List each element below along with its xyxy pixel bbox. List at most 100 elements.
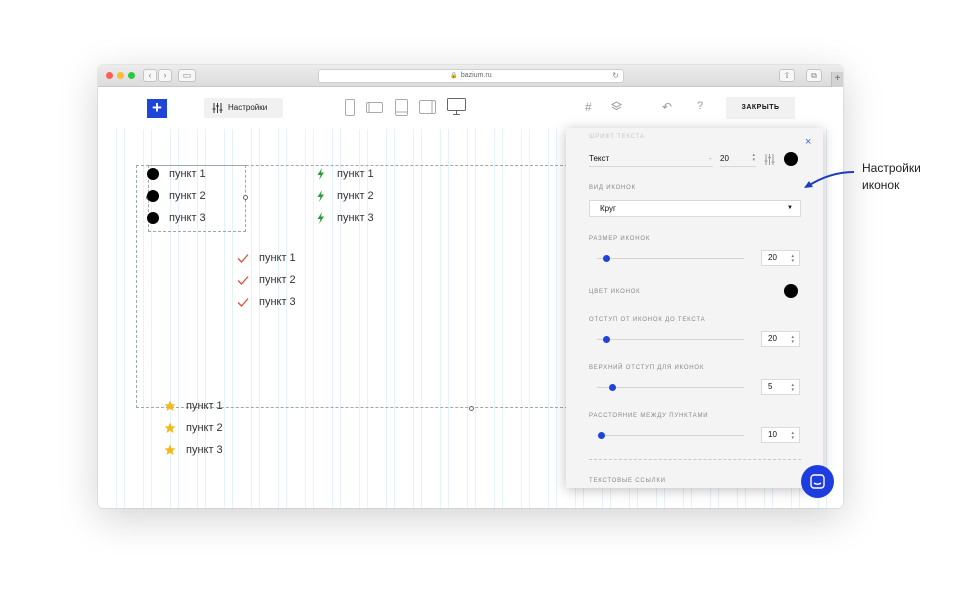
icon-size-input[interactable]: 20 ▴ ▾ bbox=[761, 250, 800, 266]
lightning-icon bbox=[317, 168, 324, 180]
lock-icon: 🔒 bbox=[450, 73, 458, 79]
icon-top-slider[interactable] bbox=[597, 384, 744, 391]
slider-knob[interactable] bbox=[602, 336, 610, 343]
font-select[interactable]: Текст bbox=[589, 152, 713, 167]
icon-type-select[interactable]: Круг ▼ bbox=[589, 200, 801, 217]
browser-chrome: ‹ › ▭ 🔒 bazium.ru ↻ ⇧ ⧉ + bbox=[98, 65, 843, 87]
circle-icon bbox=[147, 212, 159, 224]
font-color-swatch[interactable] bbox=[784, 152, 798, 166]
item-gap-value: 10 bbox=[768, 430, 777, 439]
chat-button[interactable] bbox=[801, 465, 834, 498]
spinner-icon[interactable]: ▴ ▾ bbox=[791, 431, 794, 441]
font-caption: ШРИФТ ТЕКСТА bbox=[589, 134, 645, 140]
caret-down-icon: ▼ bbox=[787, 205, 793, 211]
close-icon[interactable]: × bbox=[805, 137, 811, 148]
icon-color-swatch[interactable] bbox=[784, 284, 798, 298]
list-item[interactable]: пункт 1 bbox=[315, 166, 435, 182]
resize-handle[interactable] bbox=[469, 406, 474, 411]
back-button[interactable]: ‹ bbox=[143, 69, 157, 82]
icon-color-caption: ЦВЕТ ИКОНОК bbox=[589, 289, 641, 295]
list-item[interactable]: пункт 2 bbox=[164, 420, 284, 436]
list-item-text: пункт 1 bbox=[186, 400, 223, 412]
list-item[interactable]: пункт 3 bbox=[237, 294, 357, 310]
slider-knob[interactable] bbox=[598, 432, 606, 439]
list-item-text: пункт 1 bbox=[169, 168, 206, 180]
tablet-landscape-icon[interactable] bbox=[419, 100, 436, 114]
list-item[interactable]: пункт 1 bbox=[147, 166, 267, 182]
list-item-text: пункт 2 bbox=[186, 422, 223, 434]
font-size-input[interactable]: 20 ▴ ▾ bbox=[720, 152, 756, 167]
circle-icon bbox=[147, 168, 159, 180]
slider-knob[interactable] bbox=[608, 384, 616, 391]
sidebar-toggle-button[interactable]: ▭ bbox=[178, 69, 196, 82]
icon-top-value: 5 bbox=[768, 382, 773, 391]
annotation-line: иконок bbox=[862, 178, 900, 192]
close-editor-button[interactable]: ЗАКРЫТЬ bbox=[726, 97, 795, 119]
address-bar[interactable]: 🔒 bazium.ru ↻ bbox=[318, 69, 624, 83]
undo-icon[interactable]: ↶ bbox=[662, 100, 672, 114]
browser-window: ‹ › ▭ 🔒 bazium.ru ↻ ⇧ ⧉ + + Настройки # … bbox=[98, 65, 843, 508]
reload-icon[interactable]: ↻ bbox=[612, 70, 619, 82]
list-item[interactable]: пункт 2 bbox=[315, 188, 435, 204]
divider bbox=[589, 459, 801, 460]
annotation-callout: Настройки иконок bbox=[862, 160, 952, 194]
sliders-icon bbox=[212, 103, 223, 113]
lightning-icon bbox=[317, 190, 324, 202]
font-sliders-icon[interactable] bbox=[764, 154, 775, 165]
grid-icon[interactable]: # bbox=[585, 100, 592, 114]
list-item[interactable]: пункт 1 bbox=[237, 250, 357, 266]
list-item[interactable]: пункт 2 bbox=[237, 272, 357, 288]
new-tab-button[interactable]: + bbox=[831, 72, 843, 87]
list-item[interactable]: пункт 3 bbox=[164, 442, 284, 458]
help-icon[interactable]: ? bbox=[697, 100, 703, 112]
share-button[interactable]: ⇧ bbox=[779, 69, 795, 82]
icon-text-gap-value: 20 bbox=[768, 334, 777, 343]
icon-size-caption: РАЗМЕР ИКОНОК bbox=[589, 236, 651, 242]
forward-button[interactable]: › bbox=[158, 69, 172, 82]
checkmark-icon bbox=[237, 254, 249, 263]
close-window-button[interactable] bbox=[106, 72, 113, 79]
checkmark-icon bbox=[237, 298, 249, 307]
list-item-text: пункт 2 bbox=[169, 190, 206, 202]
icon-size-value: 20 bbox=[768, 253, 777, 262]
list-item[interactable]: пункт 1 bbox=[164, 398, 284, 414]
icon-text-gap-slider[interactable] bbox=[597, 336, 744, 343]
spinner-icon[interactable]: ▴ ▾ bbox=[752, 153, 755, 163]
list-item-text: пункт 3 bbox=[259, 296, 296, 308]
maximize-window-button[interactable] bbox=[128, 72, 135, 79]
spinner-icon[interactable]: ▴ ▾ bbox=[791, 335, 794, 345]
star-icon bbox=[164, 400, 176, 411]
tabs-overview-button[interactable]: ⧉ bbox=[806, 69, 822, 82]
add-block-button[interactable]: + bbox=[147, 99, 167, 118]
phone-portrait-icon[interactable] bbox=[345, 99, 355, 116]
desktop-icon[interactable] bbox=[447, 98, 466, 116]
list-item[interactable]: пункт 3 bbox=[147, 210, 267, 226]
icon-text-gap-caption: ОТСТУП ОТ ИКОНОК ДО ТЕКСТА bbox=[589, 317, 706, 323]
list-item[interactable]: пункт 3 bbox=[315, 210, 435, 226]
spinner-icon[interactable]: ▴ ▾ bbox=[791, 383, 794, 393]
list-item-text: пункт 3 bbox=[186, 444, 223, 456]
list-item[interactable]: пункт 2 bbox=[147, 188, 267, 204]
list-item-text: пункт 2 bbox=[259, 274, 296, 286]
spinner-icon[interactable]: ▴ ▾ bbox=[791, 254, 794, 264]
tablet-portrait-icon[interactable] bbox=[395, 99, 408, 116]
icon-text-gap-input[interactable]: 20 ▴ ▾ bbox=[761, 331, 800, 347]
chat-icon bbox=[810, 474, 825, 489]
icon-top-input[interactable]: 5 ▴ ▾ bbox=[761, 379, 800, 395]
font-size-value: 20 bbox=[720, 154, 729, 163]
list-item-text: пункт 1 bbox=[337, 168, 374, 180]
phone-landscape-icon[interactable] bbox=[366, 102, 383, 113]
layers-icon[interactable] bbox=[611, 101, 622, 112]
minimize-window-button[interactable] bbox=[117, 72, 124, 79]
icon-type-value: Круг bbox=[600, 204, 616, 213]
slider-knob[interactable] bbox=[602, 255, 610, 262]
item-gap-input[interactable]: 10 ▴ ▾ bbox=[761, 427, 800, 443]
settings-button[interactable]: Настройки bbox=[204, 98, 283, 118]
annotation-line: Настройки bbox=[862, 161, 921, 175]
star-icon bbox=[164, 422, 176, 433]
list-item-text: пункт 1 bbox=[259, 252, 296, 264]
font-size-decrement[interactable]: - bbox=[709, 154, 712, 163]
item-gap-slider[interactable] bbox=[597, 432, 744, 439]
checkmark-icon bbox=[237, 276, 249, 285]
icon-size-slider[interactable] bbox=[597, 255, 744, 262]
